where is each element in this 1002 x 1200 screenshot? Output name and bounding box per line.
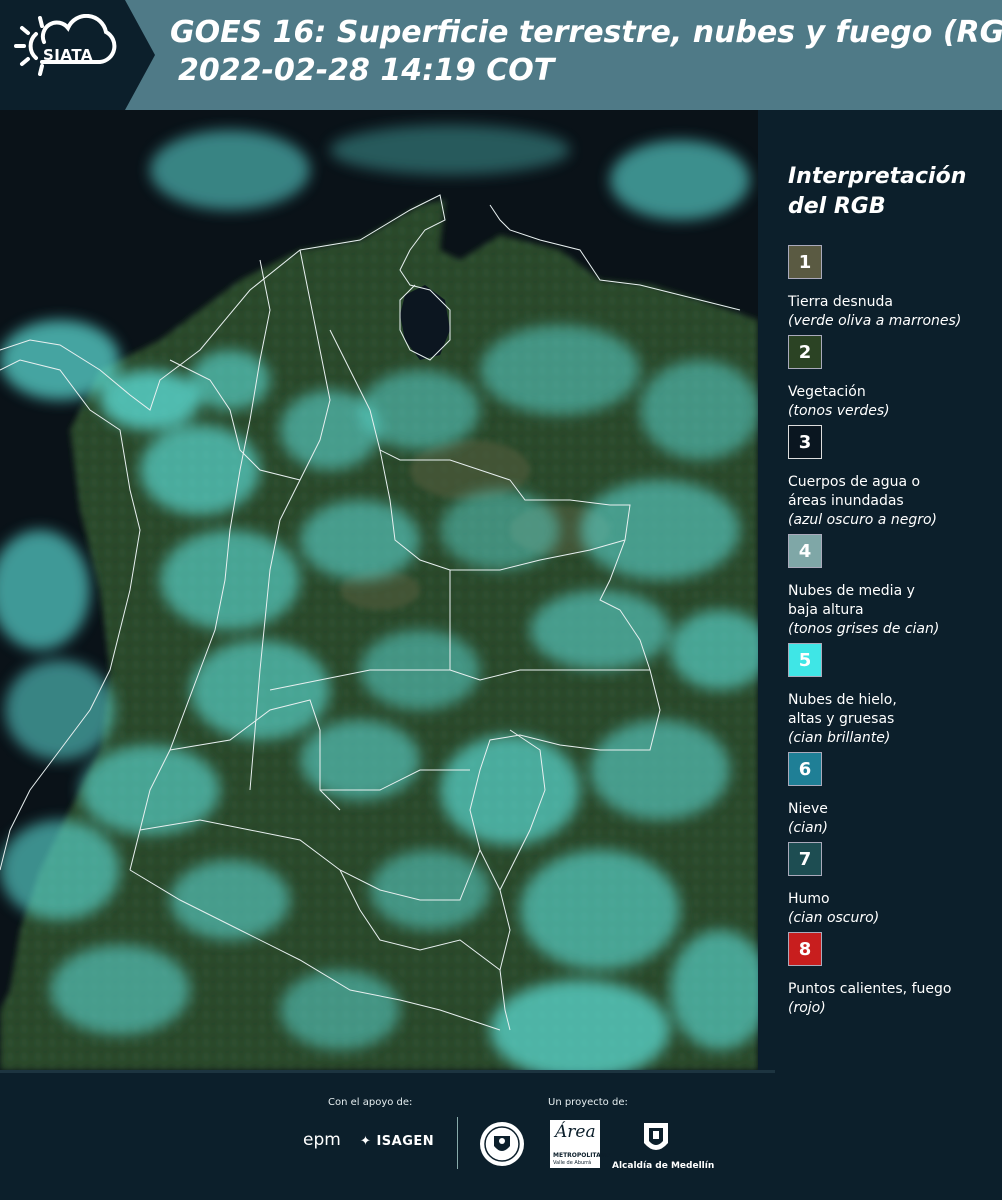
area-metropolitana-logo-name: METROPOLITANA	[553, 1152, 611, 1159]
legend-label-5-line-2: altas y gruesas	[788, 711, 895, 727]
epm-logo: epm	[303, 1130, 341, 1150]
legend-label-8: Puntos calientes, fuego	[788, 981, 952, 997]
legend-sub-4: (tonos grises de cian)	[788, 621, 940, 637]
footer: Con el apoyo de: Un proyecto de: epm ✦ I…	[0, 1070, 1002, 1200]
legend-title-line-1: Interpretación	[788, 164, 967, 189]
alcaldia-shield-icon	[644, 1123, 668, 1150]
legend-item-2: 2 Vegetación (tonos verdes)	[788, 335, 993, 421]
siata-logo-text: SIATA	[43, 46, 94, 64]
legend-label-5-line-1: Nubes de hielo,	[788, 692, 897, 708]
legend-label-4-line-1: Nubes de media y	[788, 583, 915, 599]
satellite-image	[0, 110, 758, 1070]
legend-sub-3: (azul oscuro a negro)	[788, 512, 937, 528]
footer-strip	[0, 1070, 775, 1073]
legend-item-1: 1 Tierra desnuda (verde oliva a marrones…	[788, 245, 993, 331]
footer-divider	[457, 1117, 458, 1169]
legend-sub-1: (verde oliva a marrones)	[788, 313, 962, 329]
legend-label-6: Nieve	[788, 801, 828, 817]
legend-label-4-line-2: baja altura	[788, 602, 864, 618]
legend-item-4: 4 Nubes de media y baja altura (tonos gr…	[788, 534, 993, 639]
legend-item-6: 6 Nieve (cian)	[788, 752, 993, 838]
legend-label-2: Vegetación	[788, 384, 866, 400]
title-line-2: 2022-02-28 14:19 COT	[178, 53, 555, 88]
legend-swatch-8: 8	[788, 932, 822, 966]
legend-label-1: Tierra desnuda	[788, 294, 893, 310]
legend-label-5: Nubes de hielo, altas y gruesas	[788, 691, 993, 729]
area-metropolitana-logo: Área METROPOLITANA Valle de Aburrá	[550, 1120, 610, 1168]
siata-logo: SIATA	[0, 0, 155, 110]
isagen-logo-text: ISAGEN	[376, 1134, 435, 1149]
legend-title: Interpretación del RGB	[788, 162, 966, 222]
legend-label-7: Humo	[788, 891, 830, 907]
legend-swatch-2: 2	[788, 335, 822, 369]
government-seal-icon	[480, 1122, 524, 1166]
header: SIATA GOES 16: Superficie terrestre, nub…	[0, 0, 1002, 110]
title-line-1: GOES 16: Superficie terrestre, nubes y f…	[170, 15, 1002, 50]
legend-sub-6: (cian)	[788, 820, 828, 836]
legend-sub-7: (cian oscuro)	[788, 910, 880, 926]
legend-sub-2: (tonos verdes)	[788, 403, 890, 419]
satellite-map	[0, 110, 758, 1070]
legend-label-4: Nubes de media y baja altura	[788, 582, 993, 620]
support-label: Con el apoyo de:	[328, 1097, 413, 1108]
area-metropolitana-logo-valle: Valle de Aburrá	[553, 1160, 592, 1166]
page-title: GOES 16: Superficie terrestre, nubes y f…	[170, 14, 1002, 90]
legend-item-5: 5 Nubes de hielo, altas y gruesas (cian …	[788, 643, 993, 748]
legend-item-3: 3 Cuerpos de agua o áreas inundadas (azu…	[788, 425, 993, 530]
project-label: Un proyecto de:	[548, 1097, 628, 1108]
legend-sub-8: (rojo)	[788, 1000, 826, 1016]
legend-panel: Interpretación del RGB 1 Tierra desnuda …	[758, 110, 1002, 1070]
legend-swatch-3: 3	[788, 425, 822, 459]
legend-swatch-5: 5	[788, 643, 822, 677]
area-metropolitana-logo-mark: Área	[555, 1122, 596, 1142]
legend-title-line-2: del RGB	[788, 194, 886, 219]
isagen-icon: ✦	[360, 1134, 372, 1149]
legend-label-3-line-1: Cuerpos de agua o	[788, 474, 921, 490]
alcaldia-medellin-logo: Alcaldía de Medellín	[612, 1161, 715, 1171]
legend-item-7: 7 Humo (cian oscuro)	[788, 842, 993, 928]
legend-sub-5: (cian brillante)	[788, 730, 891, 746]
legend-label-3: Cuerpos de agua o áreas inundadas	[788, 473, 993, 511]
legend-swatch-1: 1	[788, 245, 822, 279]
legend-swatch-7: 7	[788, 842, 822, 876]
legend-swatch-4: 4	[788, 534, 822, 568]
legend-swatch-6: 6	[788, 752, 822, 786]
isagen-logo: ✦ ISAGEN	[360, 1134, 434, 1149]
legend-label-3-line-2: áreas inundadas	[788, 493, 904, 509]
legend-item-8: 8 Puntos calientes, fuego (rojo)	[788, 932, 993, 1018]
